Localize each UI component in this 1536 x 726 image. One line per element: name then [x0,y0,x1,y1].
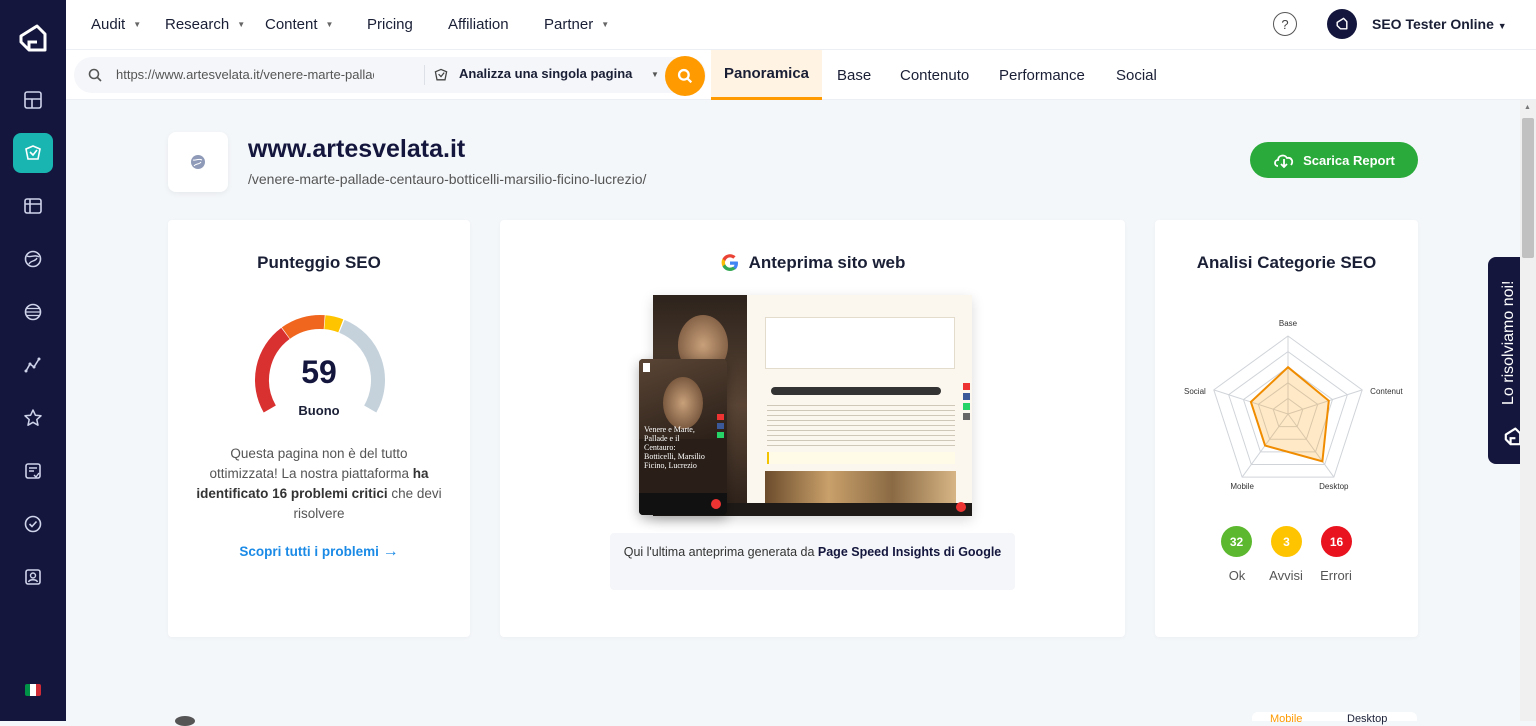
score-description: Questa pagina non è del tutto ottimizzat… [196,446,442,521]
badge-icon[interactable] [13,504,53,544]
scroll-up-icon[interactable]: ▲ [1524,104,1531,111]
tab-contenuto[interactable]: Contenuto [900,50,969,100]
app-logo-icon[interactable] [15,22,51,58]
ok-label: Ok [1228,568,1246,583]
radar-axis-label: Desktop [1319,482,1349,491]
device-toggle[interactable]: Mobile Desktop [1252,712,1417,725]
ok-badge: 32 [1221,526,1252,557]
chevron-down-icon[interactable]: ▼ [651,70,659,79]
tab-social[interactable]: Social [1116,50,1157,100]
seo-audit-icon [434,68,448,81]
section-icon [175,716,195,726]
warnings-badge: 3 [1271,526,1302,557]
search-icon [88,68,102,82]
chart-icon[interactable] [13,345,53,385]
radar-axis-label: Social [1184,387,1206,396]
seo-audit-icon[interactable] [13,133,53,173]
language-flag-icon[interactable] [25,684,41,696]
radar-axis-label: Base [1279,319,1298,328]
tab-performance[interactable]: Performance [999,50,1085,100]
nav-content[interactable]: Content ▼ [265,16,333,33]
download-report-button[interactable]: Scarica Report [1250,142,1418,178]
report-icon[interactable] [13,451,53,491]
planet-icon[interactable] [13,292,53,332]
gauge-segment [281,315,325,339]
page-title: www.artesvelata.it [248,135,466,163]
discover-problems-link[interactable]: Scopri tutti i problemi → [168,543,470,561]
card-title: Anteprima sito web [500,253,1125,273]
analysis-mode-select[interactable]: Analizza una singola pagina [459,66,632,81]
errors-badge: 16 [1321,526,1352,557]
sidebar [0,0,66,721]
nav-pricing[interactable]: Pricing [367,16,413,33]
google-icon [721,254,738,271]
globe-icon[interactable] [13,239,53,279]
score-value: 59 [301,354,337,390]
top-navigation: Audit ▼ Research ▼ Content ▼ Pricing Affili… [66,0,1536,50]
errors-label: Errori [1320,568,1352,583]
arrow-right-icon: → [382,543,399,560]
scrollbar[interactable]: ▲ [1520,100,1536,721]
search-toolbar: https://www.artesvelata.it/venere-marte-… [66,50,1536,100]
page-path: /venere-marte-pallade-centauro-botticell… [248,171,647,187]
desktop-toggle[interactable]: Desktop [1347,713,1387,725]
radar-chart: Base Contenuto Desktop Mobile Social [1184,319,1403,491]
cloud-download-icon [1274,154,1294,168]
card-title: Punteggio SEO [257,253,381,272]
chevron-down-icon: ▼ [237,20,246,29]
help-icon[interactable]: ? [1273,12,1297,36]
dashboard-icon[interactable] [13,80,53,120]
mobile-preview-caption: Venere e Marte, Pallade e il Centauro: B… [644,425,705,470]
radar-series [1249,365,1330,463]
url-input[interactable]: https://www.artesvelata.it/venere-marte-… [116,67,374,82]
search-icon [677,68,693,84]
preview-note: Qui l'ultima anteprima generata da Page … [610,533,1015,590]
seo-categories-card: Analisi Categorie SEO Base Contenuto Deskt… [1155,220,1418,637]
nav-affiliation[interactable]: Affiliation [448,16,509,33]
nav-partner[interactable]: Partner ▼ [544,16,609,33]
seo-score-card: Punteggio SEO 59 Buono Questa pagina non… [168,220,470,637]
scrollbar-thumb[interactable] [1522,118,1534,258]
chevron-down-icon: ▼ [1497,21,1507,31]
chevron-down-icon: ▼ [325,20,334,29]
search-box: https://www.artesvelata.it/venere-marte-… [74,57,706,93]
mobile-preview-image: Venere e Marte, Pallade e il Centauro: B… [639,359,727,515]
user-card-icon[interactable] [13,557,53,597]
divider [424,65,425,85]
user-menu[interactable]: SEO Tester Online ▼ [1372,16,1507,32]
mobile-toggle[interactable]: Mobile [1270,713,1302,725]
star-icon[interactable] [13,398,53,438]
analyze-button[interactable] [665,56,705,96]
website-preview-card: Anteprima sito web Venere e Marte, Palla… [500,220,1125,637]
chevron-down-icon: ▼ [133,20,142,29]
nav-audit[interactable]: Audit ▼ [91,16,141,33]
tab-base[interactable]: Base [837,50,871,100]
radar-axis-label: Mobile [1230,482,1254,491]
gauge-segment [324,315,344,333]
site-favicon [168,132,228,192]
radar-axis-label: Contenuto [1370,387,1403,396]
score-label: Buono [298,403,340,418]
globe-icon [191,155,205,169]
avatar[interactable] [1327,9,1357,39]
warnings-label: Avvisi [1269,568,1303,583]
nav-research[interactable]: Research ▼ [165,16,245,33]
analysis-icon[interactable] [13,186,53,226]
card-title: Analisi Categorie SEO [1196,253,1377,272]
chevron-down-icon: ▼ [601,20,610,29]
tab-panoramica[interactable]: Panoramica [711,50,822,100]
